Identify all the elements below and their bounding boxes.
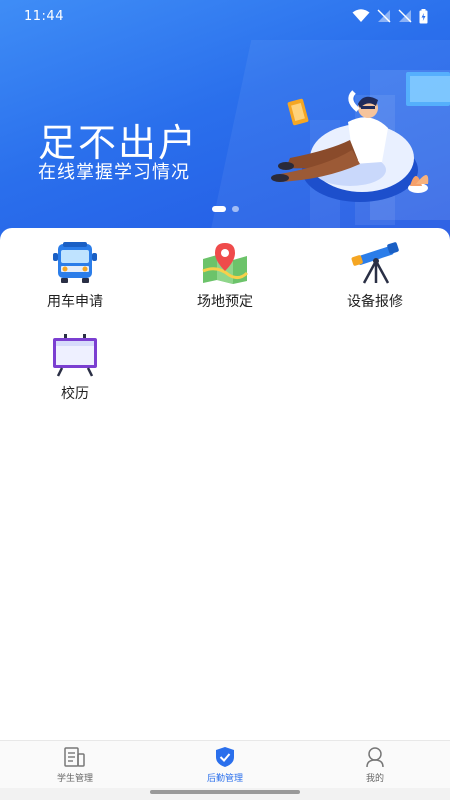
calendar-board-icon [47,332,103,378]
grid-item-label: 校历 [61,386,89,402]
telescope-icon [347,240,403,286]
bus-icon [47,240,103,286]
nav-item-mine[interactable]: 我的 [300,741,450,788]
person-relaxing-illustration [271,72,450,202]
grid-item-label: 设备报修 [347,294,403,310]
banner-subline: 在线掌握学习情况 [38,162,190,183]
shield-check-icon [212,746,238,768]
status-bar: 11:44 [0,0,450,32]
gesture-home-bar[interactable] [150,790,300,794]
grid-item-school-calendar[interactable]: 校历 [0,332,150,424]
service-grid: 用车申请 场地预定 设备报修 校历 [0,240,450,424]
map-pin-icon [197,240,253,286]
grid-item-venue-booking[interactable]: 场地预定 [150,240,300,332]
nav-item-logistics-management[interactable]: 后勤管理 [150,741,300,788]
carousel-dot[interactable] [211,206,226,212]
grid-item-label: 场地预定 [197,294,253,310]
profile-icon [362,746,388,768]
student-book-icon [62,746,88,768]
status-icons [352,8,428,24]
status-time: 11:44 [24,8,64,24]
nav-label: 我的 [365,774,384,784]
bottom-navigation: 学生管理 后勤管理 我的 [0,740,450,788]
nav-item-student-management[interactable]: 学生管理 [0,741,150,788]
signal-off-icon [377,9,391,23]
carousel-indicator [0,206,450,212]
banner-carousel[interactable]: 11:44 足不出户 在线掌握学习情况 [0,0,450,246]
signal-off-icon [398,9,412,23]
wifi-icon [352,9,370,22]
carousel-dot[interactable] [231,206,239,212]
nav-label: 后勤管理 [206,774,243,784]
grid-item-label: 用车申请 [47,294,103,310]
main-content: 用车申请 场地预定 设备报修 校历 [0,228,450,740]
nav-label: 学生管理 [56,774,93,784]
battery-charging-icon [419,8,428,23]
grid-item-vehicle-request[interactable]: 用车申请 [0,240,150,332]
grid-item-equipment-repair[interactable]: 设备报修 [300,240,450,332]
